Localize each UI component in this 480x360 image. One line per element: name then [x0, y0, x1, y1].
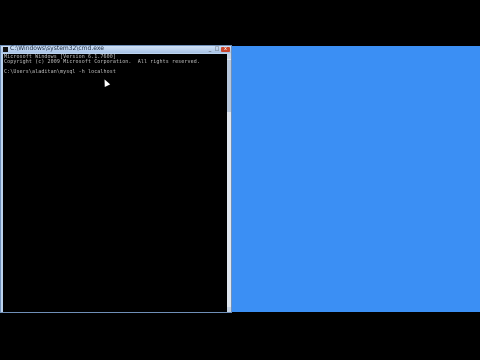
minimize-button[interactable]: _: [207, 47, 213, 52]
vertical-scrollbar[interactable]: [227, 54, 231, 312]
scroll-down-arrow[interactable]: [227, 307, 231, 312]
console-output[interactable]: Microsoft Windows [Version 6.1.7600] Cop…: [3, 54, 227, 312]
console-line-copyright: Copyright (c) 2009 Microsoft Corporation…: [4, 59, 200, 65]
close-button[interactable]: x: [221, 47, 230, 52]
maximize-button[interactable]: □: [214, 47, 220, 52]
cmd-icon: [3, 47, 8, 52]
scroll-up-arrow[interactable]: [227, 54, 231, 59]
window-titlebar[interactable]: C:\Windows\system32\cmd.exe _ □ x: [1, 45, 231, 53]
window-title: C:\Windows\system32\cmd.exe: [10, 45, 104, 52]
command-prompt-window[interactable]: C:\Windows\system32\cmd.exe _ □ x Micros…: [0, 45, 232, 313]
console-line-command: C:\Users\aladitan\mysql -h localhost: [4, 69, 116, 75]
scroll-thumb[interactable]: [227, 60, 231, 112]
